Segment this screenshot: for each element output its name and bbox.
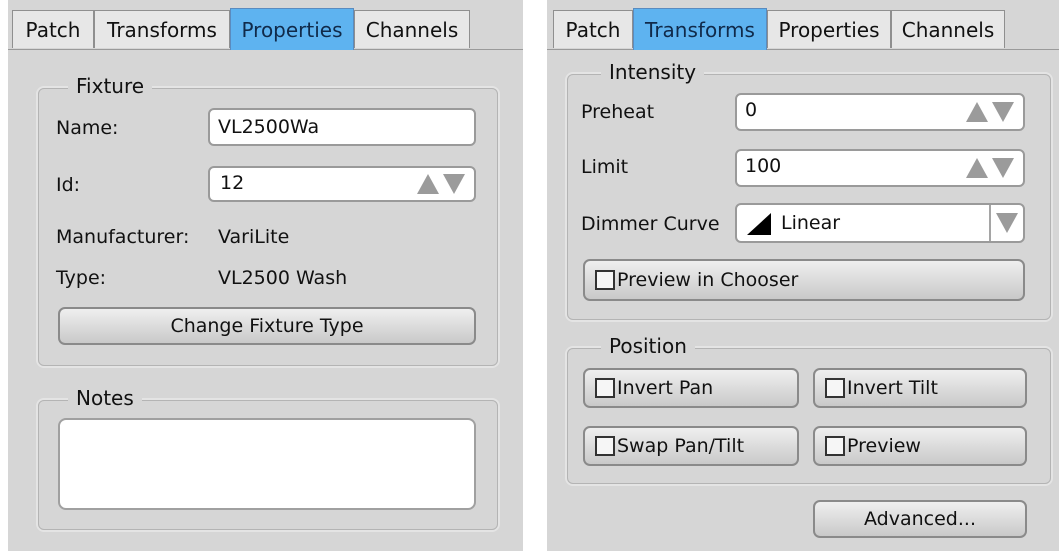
preheat-value: 0: [745, 99, 758, 121]
swap-pan-tilt-label: Swap Pan/Tilt: [617, 435, 745, 457]
type-value: VL2500 Wash: [218, 267, 348, 289]
checkbox-icon[interactable]: [595, 270, 615, 290]
intensity-group-title: Intensity: [601, 60, 705, 84]
limit-value: 100: [745, 155, 782, 177]
spinner-down-arrow-icon[interactable]: [991, 156, 1015, 180]
checkbox-icon[interactable]: [595, 436, 615, 456]
tab-patch[interactable]: Patch: [12, 10, 94, 48]
preview-label: Preview: [847, 435, 921, 457]
preheat-field[interactable]: 0: [735, 93, 1025, 131]
linear-curve-icon: [747, 213, 771, 244]
id-field[interactable]: 12: [208, 166, 476, 202]
tab-properties[interactable]: Properties: [230, 8, 354, 50]
tab-properties[interactable]: Properties: [767, 10, 891, 48]
checkbox-icon[interactable]: [825, 378, 845, 398]
id-label: Id:: [56, 174, 81, 196]
position-group-title: Position: [601, 334, 695, 358]
fixture-properties-panel: Patch Transforms Properties Channels Fix…: [8, 0, 523, 551]
tab-channels[interactable]: Channels: [891, 10, 1005, 48]
type-label: Type:: [56, 267, 107, 289]
dimmer-curve-select[interactable]: Linear: [735, 203, 1025, 243]
notes-group-title: Notes: [68, 386, 142, 410]
name-label: Name:: [56, 117, 119, 139]
invert-pan-toggle[interactable]: Invert Pan: [583, 368, 799, 408]
fixture-group-title: Fixture: [68, 74, 153, 98]
checkbox-icon[interactable]: [595, 378, 615, 398]
dropdown-arrow-icon[interactable]: [989, 205, 1023, 241]
invert-tilt-label: Invert Tilt: [847, 377, 938, 399]
limit-spinner[interactable]: [965, 156, 1017, 180]
advanced-button[interactable]: Advanced...: [813, 500, 1027, 538]
preheat-spinner[interactable]: [965, 100, 1017, 124]
tab-strip-baseline: [547, 49, 1059, 50]
fixture-transforms-panel: Patch Transforms Properties Channels Int…: [547, 0, 1059, 551]
invert-tilt-toggle[interactable]: Invert Tilt: [813, 368, 1027, 408]
invert-pan-label: Invert Pan: [617, 377, 714, 399]
preview-in-chooser-toggle[interactable]: Preview in Chooser: [583, 259, 1025, 301]
tab-transforms[interactable]: Transforms: [94, 10, 230, 48]
spinner-up-arrow-icon[interactable]: [965, 156, 989, 180]
dimmer-curve-value: Linear: [781, 212, 841, 234]
tab-transforms[interactable]: Transforms: [633, 8, 767, 50]
checkbox-icon[interactable]: [825, 436, 845, 456]
tab-patch[interactable]: Patch: [553, 10, 633, 48]
manufacturer-label: Manufacturer:: [56, 226, 190, 248]
preview-toggle[interactable]: Preview: [813, 426, 1027, 466]
swap-pan-tilt-toggle[interactable]: Swap Pan/Tilt: [583, 426, 799, 466]
id-spinner[interactable]: [416, 172, 468, 196]
change-fixture-type-button[interactable]: Change Fixture Type: [58, 307, 476, 345]
id-value: 12: [220, 172, 245, 194]
spinner-down-arrow-icon[interactable]: [442, 172, 466, 196]
limit-field[interactable]: 100: [735, 149, 1025, 187]
spinner-up-arrow-icon[interactable]: [416, 172, 440, 196]
spinner-up-arrow-icon[interactable]: [965, 100, 989, 124]
preheat-label: Preheat: [581, 101, 655, 123]
spinner-down-arrow-icon[interactable]: [991, 100, 1015, 124]
limit-label: Limit: [581, 156, 629, 178]
manufacturer-value: VariLite: [218, 226, 290, 248]
preview-in-chooser-label: Preview in Chooser: [617, 269, 799, 291]
name-input[interactable]: [208, 108, 476, 146]
notes-textarea[interactable]: [58, 418, 476, 510]
dimmer-curve-label: Dimmer Curve: [581, 213, 720, 235]
tab-channels[interactable]: Channels: [354, 10, 470, 48]
